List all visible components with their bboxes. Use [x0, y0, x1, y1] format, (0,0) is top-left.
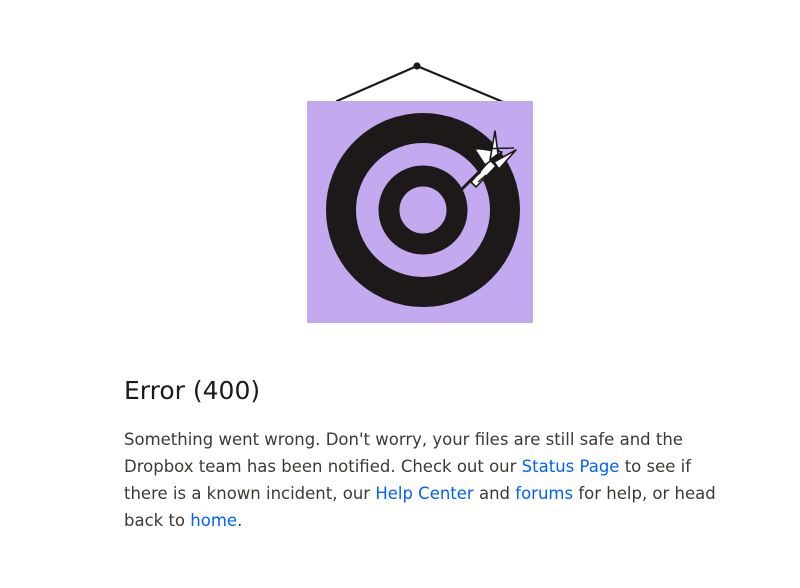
status-page-link[interactable]: Status Page [522, 457, 620, 476]
message-text-3: and [473, 484, 516, 503]
error-content: Error (400) Something went wrong. Don't … [124, 374, 724, 534]
error-title: Error (400) [124, 376, 261, 405]
dartboard-poster-icon [307, 62, 533, 323]
forums-link[interactable]: forums [515, 484, 573, 503]
home-link[interactable]: home [190, 511, 237, 530]
dartboard-poster-illustration [300, 56, 540, 328]
error-message: Something went wrong. Don't worry, your … [124, 426, 724, 534]
hanging-string [335, 62, 510, 106]
help-center-link[interactable]: Help Center [375, 484, 473, 503]
message-text-5: . [237, 511, 243, 530]
